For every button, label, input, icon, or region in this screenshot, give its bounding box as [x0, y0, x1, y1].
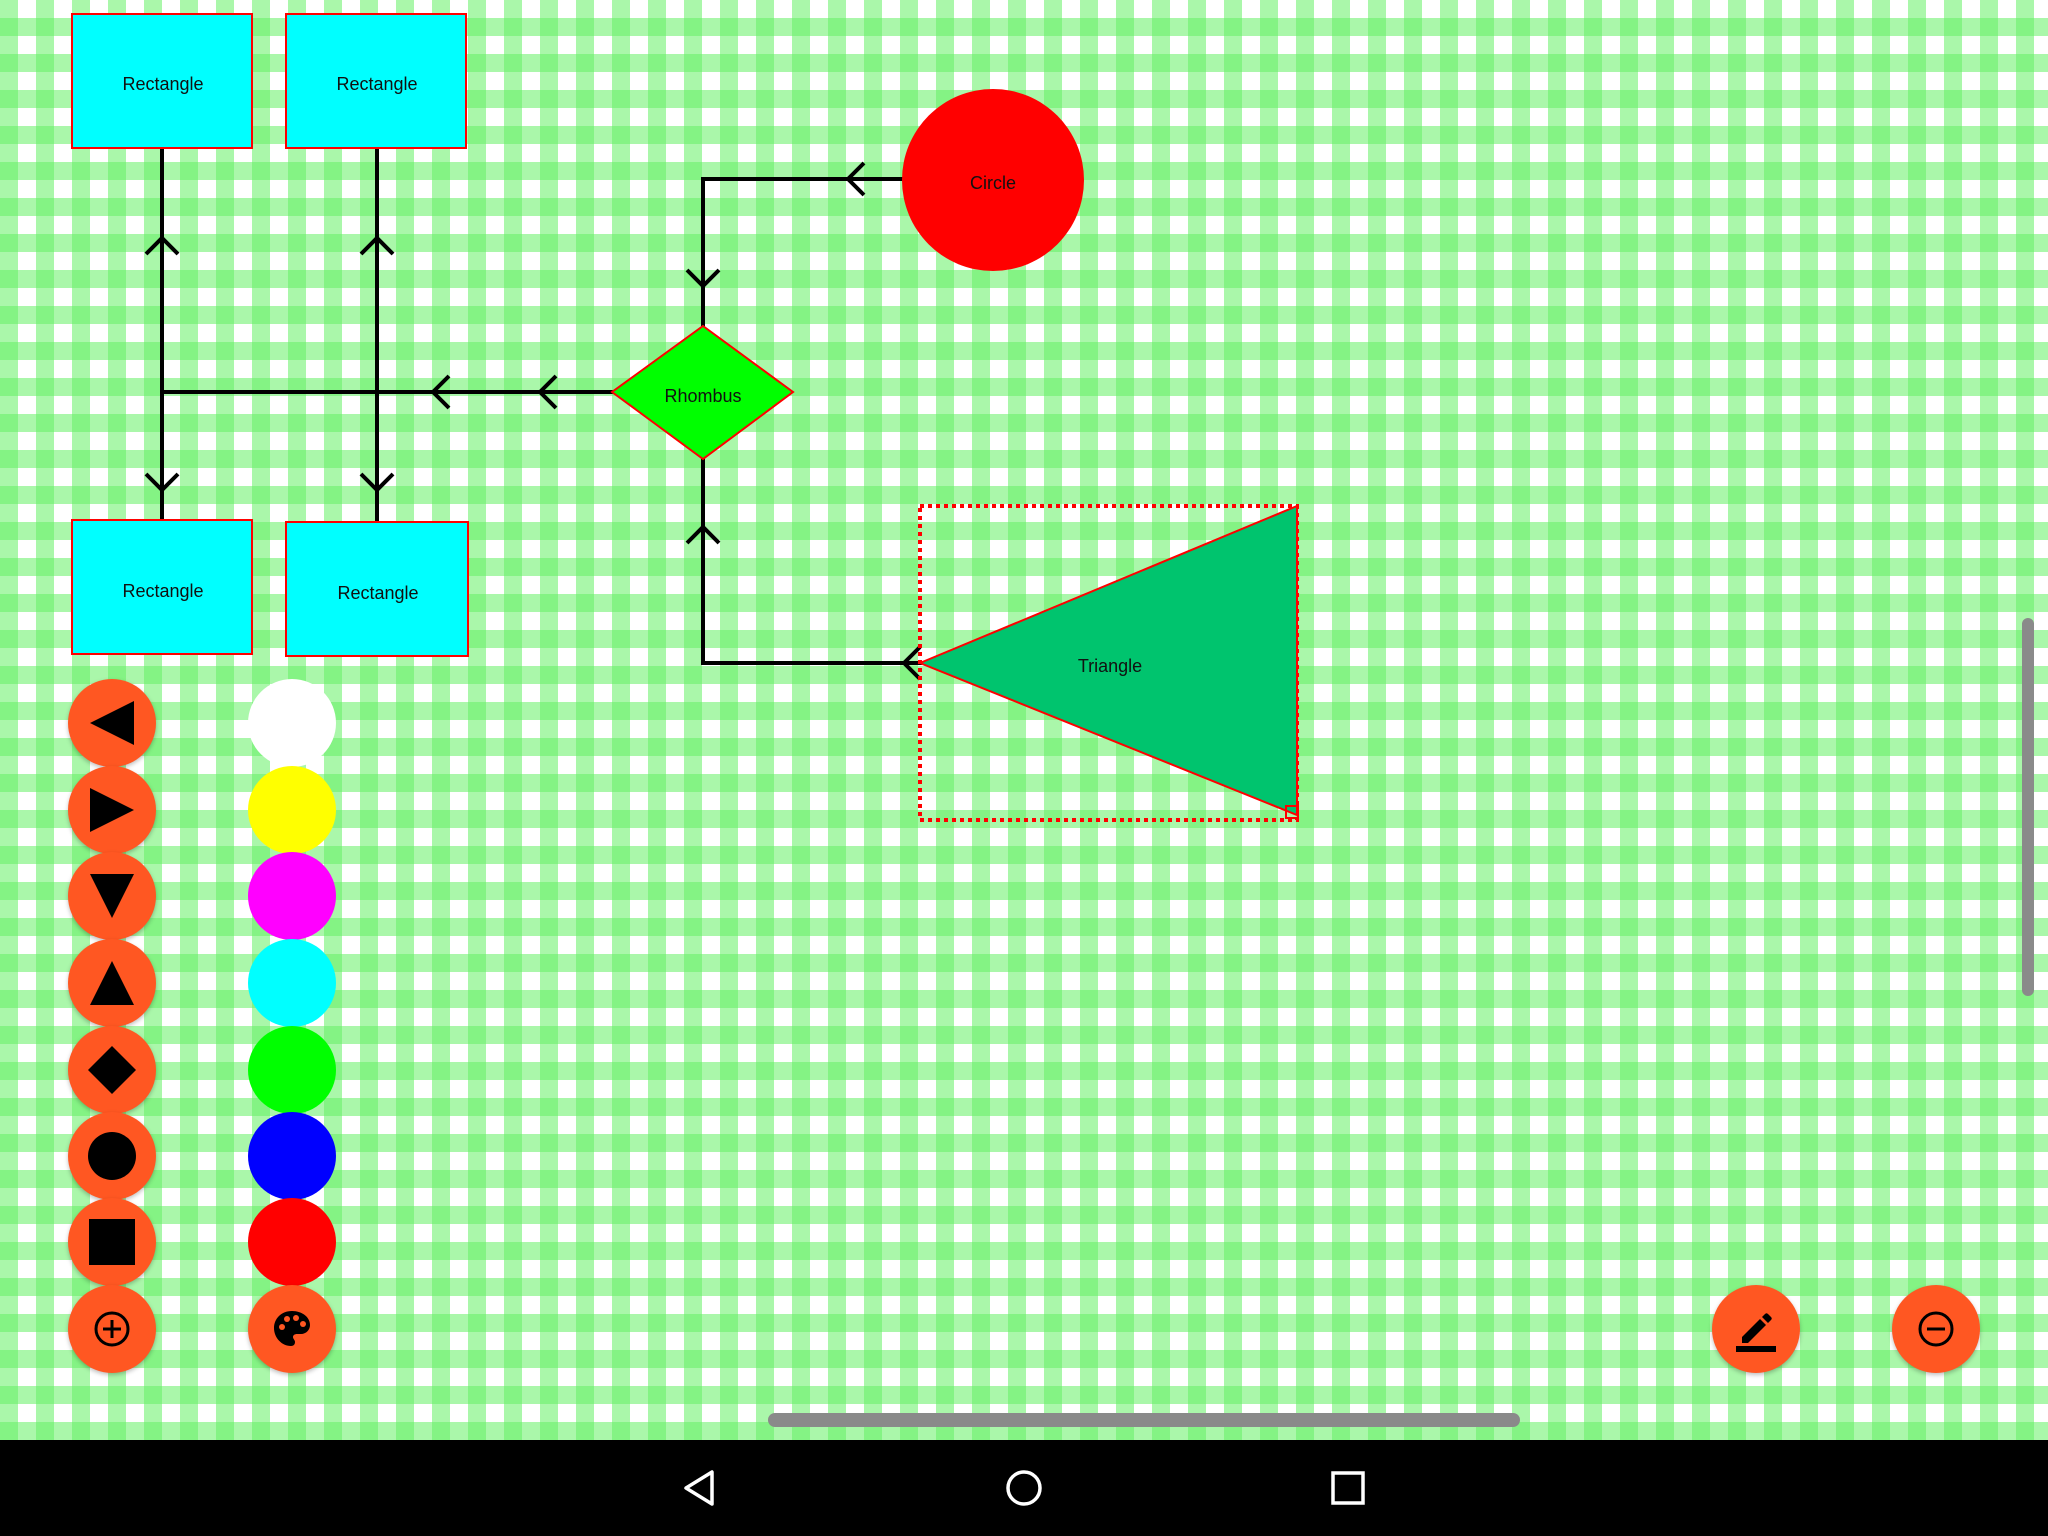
color-magenta[interactable]: [248, 852, 336, 940]
circle-tool[interactable]: [68, 1112, 156, 1200]
diamond-icon: [88, 1046, 136, 1094]
rectangle-shape[interactable]: Rectangle: [285, 13, 467, 149]
rectangle-tool[interactable]: [68, 1198, 156, 1286]
remove-shape-button[interactable]: [1892, 1285, 1980, 1373]
palette-icon: [274, 1311, 310, 1346]
triangle-right-tool[interactable]: [68, 766, 156, 854]
horizontal-scrollbar[interactable]: [768, 1413, 1520, 1427]
triangle-down-tool[interactable]: [68, 852, 156, 940]
recents-icon: [1331, 1471, 1365, 1505]
back-button[interactable]: [670, 1458, 730, 1518]
vertical-scrollbar[interactable]: [2022, 618, 2034, 996]
remove-circle-icon: [1918, 1311, 1954, 1347]
color-green[interactable]: [248, 1026, 336, 1114]
home-button[interactable]: [994, 1458, 1054, 1518]
rhombus-shape[interactable]: Rhombus: [610, 324, 795, 461]
circle-shape[interactable]: Circle: [902, 89, 1084, 271]
edit-pencil-icon: [1736, 1313, 1776, 1352]
palette-button[interactable]: [248, 1285, 336, 1373]
navigation-bar: [0, 1440, 2048, 1536]
rhombus-tool[interactable]: [68, 1026, 156, 1114]
triangle-up-tool[interactable]: [68, 939, 156, 1027]
circle-label: Circle: [970, 173, 1016, 193]
rhombus-label: Rhombus: [664, 386, 741, 406]
arrowheads: [144, 161, 922, 681]
color-red[interactable]: [248, 1198, 336, 1286]
add-shape-button[interactable]: [68, 1285, 156, 1373]
color-white[interactable]: [248, 679, 336, 767]
triangle-left-tool[interactable]: [68, 679, 156, 767]
triangle-left-icon: [90, 701, 134, 745]
recents-button[interactable]: [1318, 1458, 1378, 1518]
rectangle-label: Rectangle: [336, 74, 417, 94]
triangle-right-icon: [90, 788, 134, 832]
triangle-up-icon: [90, 961, 134, 1005]
color-blue[interactable]: [248, 1112, 336, 1200]
rectangle-label: Rectangle: [122, 74, 203, 94]
connector-rhombus-to-rect-1: [160, 148, 614, 394]
back-icon: [684, 1470, 714, 1506]
triangle-label: Triangle: [1078, 656, 1142, 676]
add-circle-icon: [94, 1311, 130, 1347]
circle-icon: [88, 1132, 136, 1180]
rectangle-shape[interactable]: Rectangle: [71, 13, 253, 149]
drawing-canvas[interactable]: Rectangle Rectangle Rectangle Rectangle …: [0, 0, 2048, 1440]
rectangle-shape[interactable]: Rectangle: [285, 521, 469, 657]
rectangle-shape[interactable]: Rectangle: [71, 519, 253, 655]
color-yellow[interactable]: [248, 766, 336, 854]
triangle-shape[interactable]: Triangle: [917, 504, 1299, 822]
triangle-down-icon: [90, 874, 134, 918]
rectangle-label: Rectangle: [122, 581, 203, 601]
rectangle-label: Rectangle: [337, 583, 418, 603]
color-cyan[interactable]: [248, 939, 336, 1027]
home-icon: [1006, 1470, 1042, 1506]
connector-triangle-to-rhombus: [701, 457, 922, 665]
edit-button[interactable]: [1712, 1285, 1800, 1373]
connectors: [160, 148, 922, 665]
square-icon: [89, 1219, 135, 1265]
connector-circle-to-rhombus: [701, 177, 904, 328]
